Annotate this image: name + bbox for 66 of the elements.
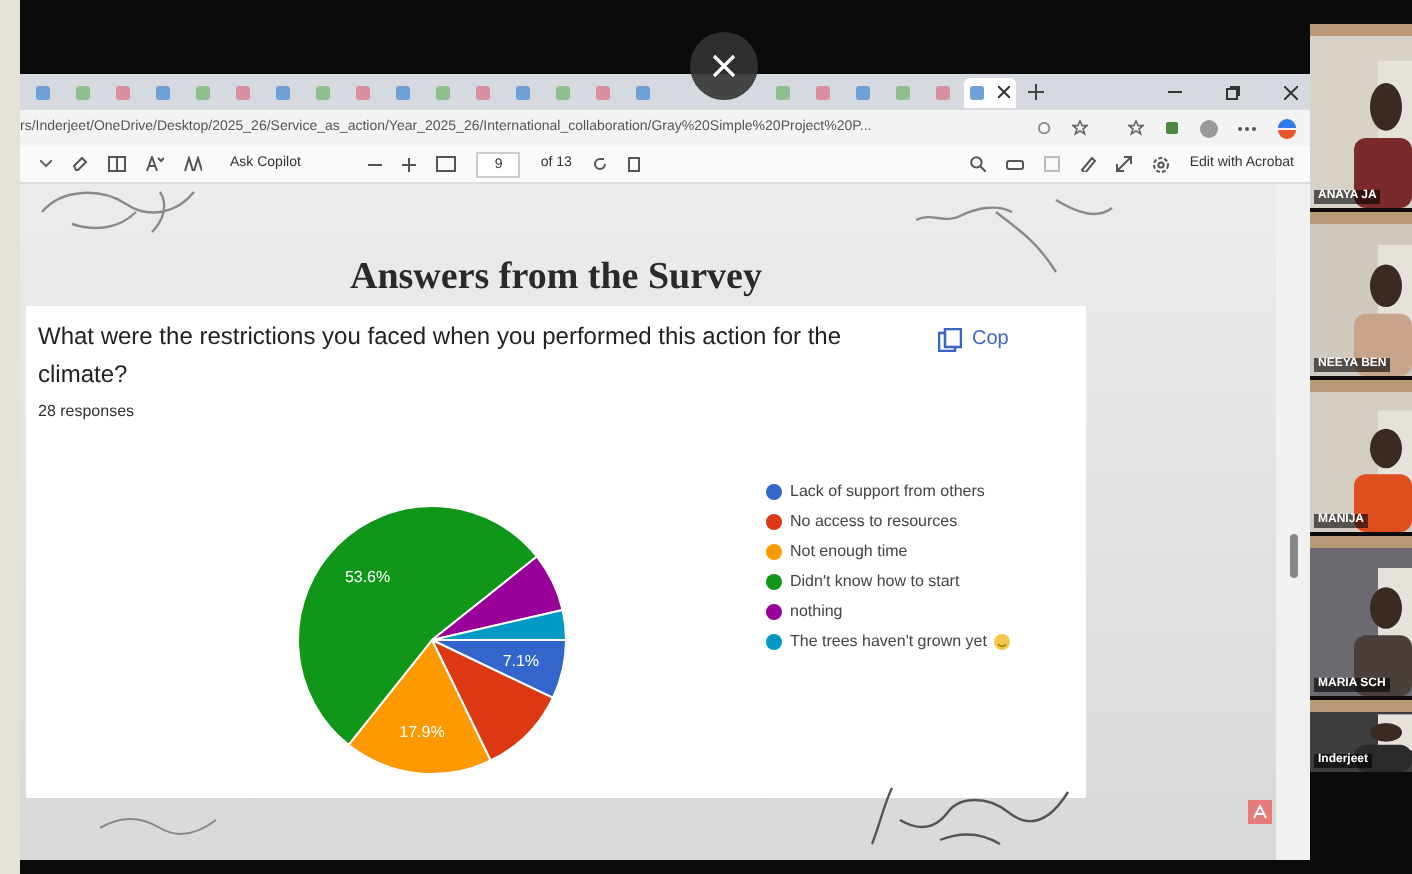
scrollbar[interactable] <box>1276 184 1310 860</box>
favicon-icon <box>775 85 789 99</box>
star-icon[interactable] <box>1072 120 1088 136</box>
favicon-icon <box>35 85 49 99</box>
chevron-icon[interactable] <box>40 160 52 168</box>
legend-label: No access to resources <box>790 510 958 534</box>
favicon-icon <box>595 85 609 99</box>
copy-chart-link[interactable]: Cop <box>972 324 1009 354</box>
legend-label: nothing <box>790 600 843 624</box>
favicon-icon <box>395 85 409 99</box>
favicon-icon <box>315 85 329 99</box>
favicon-icon <box>635 85 649 99</box>
favicon-icon <box>855 85 869 99</box>
copilot-icon[interactable] <box>1276 117 1298 139</box>
new-tab-icon[interactable] <box>1028 84 1044 100</box>
restore-icon[interactable] <box>1226 85 1240 99</box>
favicon-icon <box>195 85 209 99</box>
favicon-icon <box>115 85 129 99</box>
minimize-icon[interactable] <box>1168 90 1182 94</box>
two-page-icon[interactable] <box>627 156 644 172</box>
print-icon[interactable] <box>1005 156 1024 172</box>
smiley-icon <box>994 634 1011 650</box>
favicon-icon <box>235 85 249 99</box>
slice-label: 53.6% <box>344 567 391 586</box>
favicon-icon <box>970 85 984 99</box>
extension-icon[interactable] <box>1164 120 1180 136</box>
response-count: 28 responses <box>38 400 137 424</box>
favicon-icon <box>75 85 89 99</box>
close-icon[interactable] <box>1284 85 1298 99</box>
pdf-icon[interactable] <box>1248 800 1272 824</box>
browser-tab[interactable] <box>964 77 1016 107</box>
favicon-icon <box>355 85 369 99</box>
legend-label: Didn't know how to start <box>790 570 960 594</box>
slice-label: 17.9% <box>399 722 445 741</box>
close-button[interactable] <box>690 32 758 100</box>
favicon-icon <box>155 85 169 99</box>
close-icon <box>712 54 736 78</box>
zoom-in-icon[interactable] <box>402 157 417 171</box>
copy-icon[interactable] <box>938 327 962 351</box>
legend-label: Not enough time <box>790 540 908 564</box>
question-text: What were the restrictions you faced when you performed this action for the climate? <box>38 320 844 392</box>
favicon-icon <box>475 85 489 99</box>
expand-icon[interactable] <box>1115 156 1132 172</box>
profile-icon[interactable] <box>1200 119 1218 137</box>
favicon-icon <box>895 85 909 99</box>
favicon-icon <box>435 85 449 99</box>
fit-page-icon[interactable] <box>436 156 457 172</box>
search-icon[interactable] <box>969 156 986 172</box>
favorites-icon[interactable] <box>1128 120 1144 136</box>
slice-label: 7.1% <box>502 652 540 671</box>
rotate-icon[interactable] <box>591 156 608 172</box>
slide-title: Answers from the Survey <box>348 254 764 302</box>
favicon-icon <box>515 85 529 99</box>
legend-label: The trees haven't grown yet <box>790 630 987 654</box>
page-view-icon[interactable] <box>108 156 126 172</box>
eraser-icon[interactable] <box>72 156 88 172</box>
read-aloud-icon[interactable] <box>146 156 164 172</box>
legend-label: Lack of support from others <box>790 480 985 504</box>
more-icon[interactable] <box>1238 125 1256 131</box>
favicon-icon <box>815 85 829 99</box>
favicon-icon <box>555 85 569 99</box>
sign-icon[interactable] <box>1079 156 1096 172</box>
favicon-icon <box>935 85 949 99</box>
settings-icon[interactable] <box>1151 155 1170 173</box>
close-tab-icon[interactable] <box>998 86 1010 98</box>
favicon-icon <box>275 85 289 99</box>
